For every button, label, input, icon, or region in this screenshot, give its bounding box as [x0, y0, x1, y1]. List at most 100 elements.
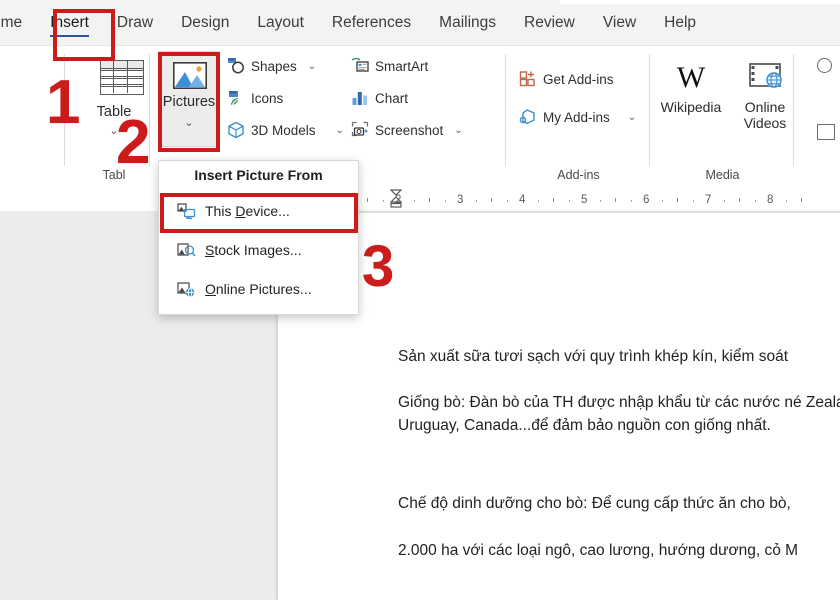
menu-item-online-pictures-label: Online Pictures...: [205, 281, 312, 297]
ribbon-tab-label: View: [603, 14, 636, 32]
smartart-icon: [351, 57, 369, 75]
ruler-tick: [491, 198, 492, 202]
ribbon-group-text-partial: [795, 46, 840, 186]
ribbon-group-media-label: Media: [651, 168, 794, 182]
ruler-tick: [631, 200, 633, 202]
ruler-mark: 6: [643, 194, 649, 206]
ruler-track[interactable]: 12345678: [278, 187, 840, 211]
screenshot-icon: [351, 121, 369, 139]
chevron-down-icon[interactable]: ⌄: [308, 61, 316, 72]
wikipedia-button[interactable]: W Wikipedia: [655, 56, 727, 116]
ruler-tick: [600, 200, 602, 202]
ruler-tick: [693, 200, 695, 202]
ruler-tick: [615, 198, 616, 202]
stock-images-icon: [177, 242, 196, 259]
ruler-tick: [383, 200, 385, 202]
ribbon-tab-label: References: [332, 14, 411, 32]
icons-label: Icons: [251, 91, 283, 106]
annotation-box-pictures-button: [158, 52, 220, 152]
ruler-tick: [429, 198, 430, 202]
ruler-mark: 2: [395, 194, 401, 206]
my-addins-icon: [519, 108, 537, 126]
online-videos-label-line2: Videos: [729, 116, 801, 132]
chart-label: Chart: [375, 91, 408, 106]
shapes-icon: [227, 57, 245, 75]
ruler-mark: 8: [767, 194, 773, 206]
chevron-down-icon[interactable]: ⌄: [454, 125, 462, 136]
insert-picture-dropdown-menu: Insert Picture From This Device...: [158, 160, 359, 315]
ribbon-tab-label: ome: [0, 14, 22, 32]
ribbon-tab-design[interactable]: Design: [167, 0, 243, 46]
ribbon-tab-label: Design: [181, 14, 229, 32]
table-icon[interactable]: [100, 60, 144, 100]
annotation-step-2: 2: [116, 112, 150, 174]
annotation-box-this-device: [160, 193, 358, 233]
ribbon-tab-label: Layout: [257, 14, 304, 32]
ribbon-tab-ome[interactable]: ome: [0, 0, 36, 46]
document-text-body[interactable]: Sản xuất sữa tươi sạch với quy trình khé…: [398, 346, 840, 568]
menu-item-stock-images[interactable]: Stock Images...: [159, 233, 358, 267]
wikipedia-glyph: W: [677, 61, 705, 94]
ribbon-tab-label: Help: [664, 14, 696, 32]
ribbon-tab-layout[interactable]: Layout: [243, 0, 318, 46]
ribbon-tab-view[interactable]: View: [589, 0, 650, 46]
chart-button[interactable]: Chart: [351, 89, 408, 107]
ruler-mark: 5: [581, 194, 587, 206]
ruler-tick: [755, 200, 757, 202]
get-addins-icon: [519, 70, 537, 88]
ribbon-tab-label: Review: [524, 14, 575, 32]
smartart-button[interactable]: SmartArt: [351, 57, 428, 75]
shapes-button[interactable]: Shapes ⌄: [227, 57, 316, 75]
annotation-box-insert-tab: [53, 9, 115, 61]
icons-icon: [227, 89, 245, 107]
annotation-step-1: 1: [46, 72, 80, 134]
ruler-tick: [553, 198, 554, 202]
ruler-mark: 4: [519, 194, 525, 206]
ribbon-group-media: W Wikipedia: [651, 46, 794, 186]
wikipedia-label: Wikipedia: [655, 100, 727, 116]
3d-models-button[interactable]: 3D Models ⌄: [227, 121, 344, 139]
document-paragraph: 2.000 ha với các loại ngô, cao lương, hư…: [398, 540, 840, 562]
online-videos-icon: [729, 56, 801, 100]
ribbon-tab-references[interactable]: References: [318, 0, 425, 46]
get-addins-label: Get Add-ins: [543, 72, 614, 87]
ruler-tick: [507, 200, 509, 202]
wikipedia-icon: W: [655, 56, 727, 100]
chart-icon: [351, 89, 369, 107]
screenshot-label: Screenshot: [375, 123, 443, 138]
ruler-tick: [445, 200, 447, 202]
get-addins-button[interactable]: Get Add-ins: [519, 70, 614, 88]
ruler-tick: [662, 200, 664, 202]
document-paragraph: Giống bò: Đàn bò của TH được nhập khẩu t…: [398, 392, 840, 437]
smartart-label: SmartArt: [375, 59, 428, 74]
ribbon-group-addins: Get Add-ins My Add-ins ⌄ Add-ins: [507, 46, 650, 186]
document-paragraph: Sản xuất sữa tươi sạch với quy trình khé…: [398, 346, 840, 368]
ribbon-tab-label: Mailings: [439, 14, 496, 32]
word-application-window: omeInsertDrawDesignLayoutReferencesMaili…: [0, 0, 840, 600]
group-divider: [505, 54, 506, 166]
ribbon-tab-review[interactable]: Review: [510, 0, 589, 46]
partial-icon-box: [817, 124, 835, 140]
ribbon-tab-mailings[interactable]: Mailings: [425, 0, 510, 46]
document-paragraph: Chế độ dinh dưỡng cho bò: Để cung cấp th…: [398, 493, 840, 515]
ruler-mark: 7: [705, 194, 711, 206]
chevron-down-icon[interactable]: ⌄: [336, 125, 344, 136]
ruler-tick: [476, 200, 478, 202]
horizontal-ruler[interactable]: 12345678: [0, 187, 840, 211]
chevron-down-icon[interactable]: ⌄: [628, 112, 636, 123]
my-addins-button[interactable]: My Add-ins ⌄: [519, 108, 636, 126]
ruler-tick: [414, 200, 416, 202]
ruler-tick: [786, 200, 788, 202]
document-canvas: Sản xuất sữa tươi sạch với quy trình khé…: [0, 211, 840, 600]
ribbon-tab-strip: omeInsertDrawDesignLayoutReferencesMaili…: [0, 0, 840, 46]
ruler-tick: [367, 198, 368, 202]
ruler-tick: [569, 200, 571, 202]
ruler-tick: [801, 198, 802, 202]
annotation-step-3: 3: [362, 238, 394, 296]
screenshot-button[interactable]: Screenshot ⌄: [351, 121, 463, 139]
icons-button[interactable]: Icons: [227, 89, 283, 107]
online-videos-button[interactable]: Online Videos: [729, 56, 801, 131]
menu-item-online-pictures[interactable]: Online Pictures...: [159, 272, 358, 306]
ribbon-tab-help[interactable]: Help: [650, 0, 710, 46]
3d-models-label: 3D Models: [251, 123, 316, 138]
